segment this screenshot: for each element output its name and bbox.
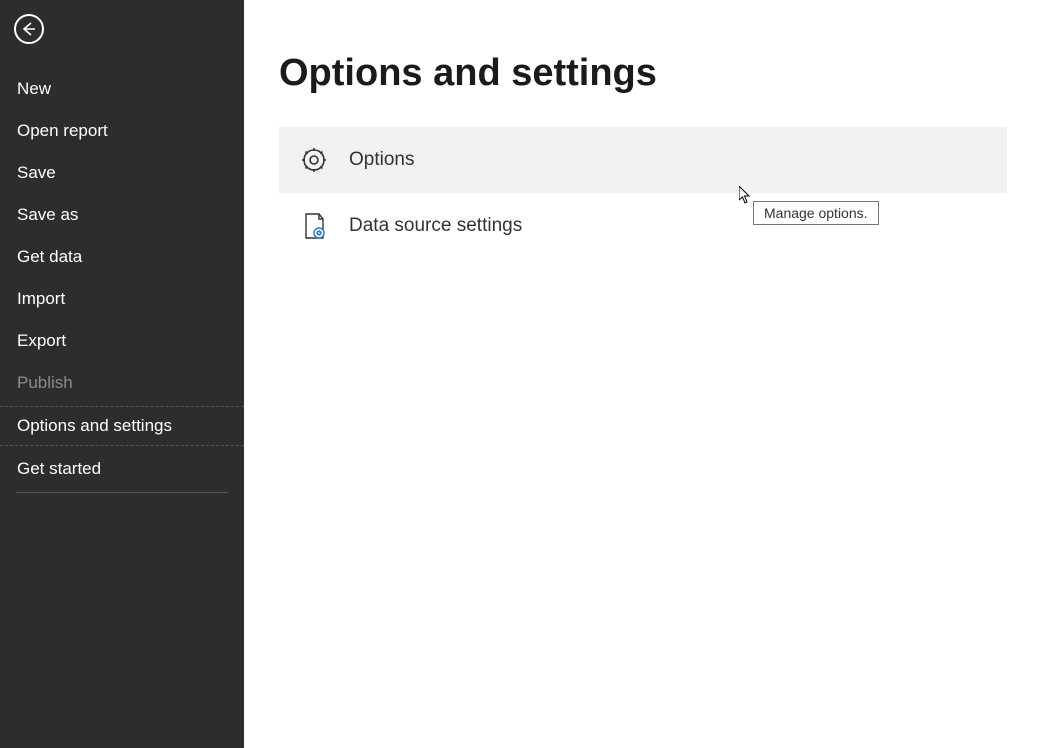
menu-item-label: Get started bbox=[17, 459, 101, 478]
option-label: Options bbox=[349, 149, 414, 171]
gear-icon bbox=[299, 145, 329, 175]
menu-item-label: Options and settings bbox=[17, 416, 172, 435]
sidebar-item-import[interactable]: Import bbox=[0, 280, 244, 318]
sidebar-item-options-and-settings[interactable]: Options and settings bbox=[0, 406, 244, 446]
sidebar-item-save-as[interactable]: Save as bbox=[0, 196, 244, 234]
option-label: Data source settings bbox=[349, 215, 522, 237]
menu-item-label: Open report bbox=[17, 121, 108, 140]
menu-item-label: Export bbox=[17, 331, 66, 350]
menu-item-label: Import bbox=[17, 289, 65, 308]
menu-item-label: Get data bbox=[17, 247, 82, 266]
sidebar-item-export[interactable]: Export bbox=[0, 322, 244, 360]
menu-item-label: New bbox=[17, 79, 51, 98]
main-content: Options and settings Options Data source … bbox=[244, 0, 1037, 748]
back-button[interactable] bbox=[14, 14, 44, 44]
sidebar-item-open-report[interactable]: Open report bbox=[0, 112, 244, 150]
sidebar: New Open report Save Save as Get data Import E… bbox=[0, 0, 244, 748]
menu-item-label: Publish bbox=[17, 373, 73, 392]
option-row-data-source-settings[interactable]: Data source settings bbox=[279, 193, 1007, 259]
menu-divider bbox=[16, 492, 228, 493]
tooltip: Manage options. bbox=[753, 201, 879, 225]
option-row-options[interactable]: Options bbox=[279, 127, 1007, 193]
menu-item-label: Save as bbox=[17, 205, 78, 224]
sidebar-item-publish: Publish bbox=[0, 364, 244, 402]
data-source-icon bbox=[299, 211, 329, 241]
sidebar-item-get-data[interactable]: Get data bbox=[0, 238, 244, 276]
cursor-icon bbox=[739, 186, 752, 204]
sidebar-item-save[interactable]: Save bbox=[0, 154, 244, 192]
sidebar-item-new[interactable]: New bbox=[0, 70, 244, 108]
menu-item-label: Save bbox=[17, 163, 56, 182]
back-arrow-icon bbox=[21, 21, 37, 37]
page-title: Options and settings bbox=[279, 52, 1007, 95]
sidebar-item-get-started[interactable]: Get started bbox=[0, 450, 244, 488]
